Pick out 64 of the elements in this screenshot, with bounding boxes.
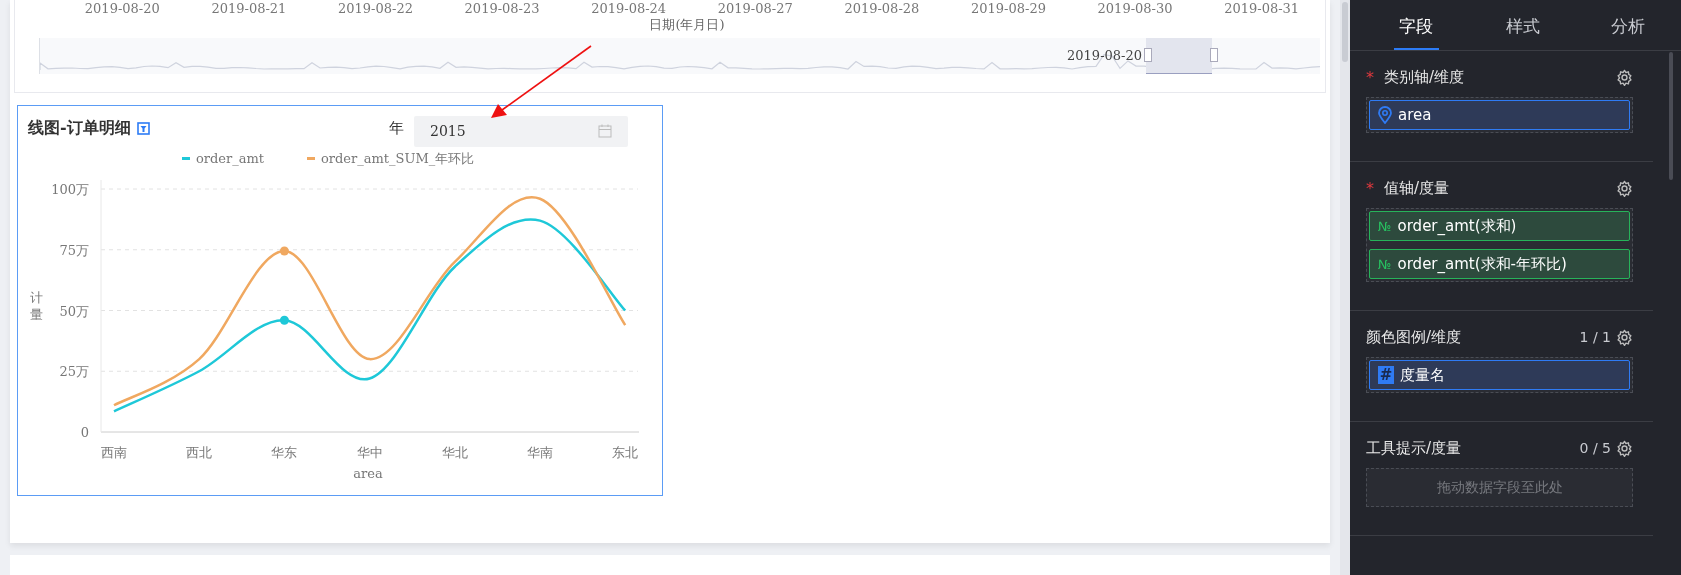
settings-icon[interactable] bbox=[1616, 439, 1633, 457]
axis-label: 2019-08-28 bbox=[843, 2, 921, 16]
tick-label: 100万 bbox=[51, 182, 89, 197]
section-title: 工具提示/度量 bbox=[1366, 438, 1462, 458]
axis-label: 2019-08-21 bbox=[210, 2, 288, 16]
zoom-label: 2019-08-20 bbox=[1067, 48, 1142, 63]
axis-label: 2019-08-22 bbox=[337, 2, 414, 16]
axis-title: 日期(年月日) bbox=[649, 17, 725, 32]
axis-label: 2019-08-31 bbox=[1223, 2, 1301, 16]
required-mark: * bbox=[1366, 178, 1374, 198]
axis-label: 2019-08-23 bbox=[463, 2, 541, 16]
tick-label: 75万 bbox=[59, 242, 89, 258]
required-mark: * bbox=[1366, 67, 1374, 87]
zoom-slider[interactable]: 2019-08-20 bbox=[39, 38, 1320, 74]
field-pill[interactable]: № order_amt(求和-年环比) bbox=[1369, 249, 1630, 279]
tab[interactable]: 样式 bbox=[1469, 0, 1576, 50]
category-label: 华南 bbox=[527, 445, 553, 460]
section-title: 值轴/度量 bbox=[1384, 178, 1450, 198]
tick-label: 50万 bbox=[59, 303, 89, 319]
axis-label: 2019-08-20 bbox=[83, 2, 161, 16]
settings-icon[interactable] bbox=[1616, 68, 1633, 86]
category-label: 华中 bbox=[356, 445, 383, 460]
slider-handle[interactable] bbox=[1144, 48, 1152, 62]
filter-icon[interactable] bbox=[136, 121, 150, 135]
legend-item[interactable]: order_amt_SUM_年环比 bbox=[307, 151, 475, 166]
data-point[interactable] bbox=[279, 315, 289, 325]
axis-title: area bbox=[353, 466, 383, 481]
settings-icon[interactable] bbox=[1616, 328, 1633, 346]
field-count: 0 / 5 bbox=[1579, 440, 1611, 456]
hash-icon: # bbox=[1378, 366, 1394, 384]
location-pin-icon bbox=[1378, 106, 1392, 124]
chart-title: 线图-订单明细 bbox=[28, 117, 131, 139]
filter-label: 年 bbox=[389, 118, 404, 138]
axis-label: 2019-08-30 bbox=[1096, 2, 1174, 16]
section-title: 类别轴/维度 bbox=[1384, 67, 1465, 87]
axis-label: 2019-08-29 bbox=[969, 2, 1047, 16]
legend-item[interactable]: order_amt bbox=[182, 151, 265, 166]
scrollbar-thumb[interactable] bbox=[1669, 52, 1673, 180]
field-pill[interactable]: № order_amt(求和) bbox=[1369, 211, 1630, 241]
category-label: 华北 bbox=[441, 445, 468, 460]
legend-label: order_amt bbox=[196, 151, 265, 166]
axis-title: 计量 bbox=[29, 290, 43, 322]
field-count: 1 / 1 bbox=[1579, 329, 1611, 345]
number-icon: № bbox=[1378, 256, 1392, 272]
calendar-icon[interactable] bbox=[598, 124, 612, 138]
category-label: 西南 bbox=[101, 445, 127, 460]
tab[interactable]: 字段 bbox=[1394, 0, 1439, 50]
zoom-window[interactable] bbox=[1146, 38, 1213, 74]
drop-zone[interactable]: № order_amt(求和) № order_amt(求和-年环比) bbox=[1366, 208, 1633, 282]
axis-label: 2019-08-27 bbox=[716, 2, 794, 16]
number-icon: № bbox=[1378, 218, 1392, 234]
axis-label: 2019-08-24 bbox=[590, 2, 668, 16]
slider-handle[interactable] bbox=[1210, 48, 1218, 62]
tick-label: 25万 bbox=[59, 364, 89, 380]
scrollbar-thumb[interactable] bbox=[1342, 2, 1348, 62]
data-point[interactable] bbox=[279, 246, 289, 256]
section-title: 颜色图例/维度 bbox=[1366, 327, 1462, 347]
tab[interactable]: 分析 bbox=[1575, 0, 1681, 50]
settings-icon[interactable] bbox=[1616, 179, 1633, 197]
category-label: 东北 bbox=[612, 445, 639, 460]
date-field[interactable]: 2015 bbox=[414, 115, 628, 147]
tick-label: 0 bbox=[80, 425, 89, 440]
category-label: 华东 bbox=[271, 445, 298, 460]
category-label: 西北 bbox=[186, 445, 213, 460]
